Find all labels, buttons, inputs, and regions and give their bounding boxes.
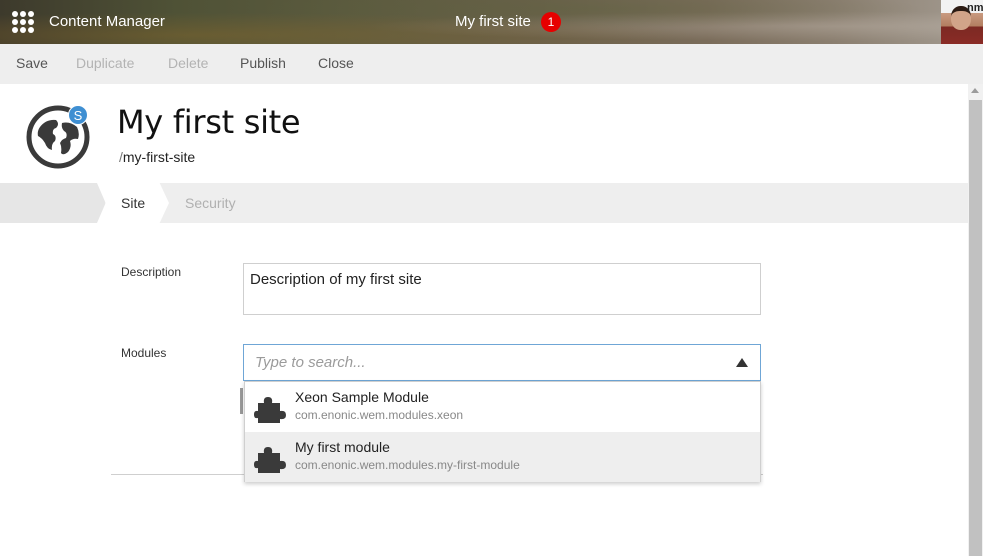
step-spacer xyxy=(0,183,105,223)
tab-security[interactable]: Security xyxy=(185,195,236,211)
app-header: Content Manager My first site 1 nml xyxy=(0,0,983,44)
avatar-lettering: nml xyxy=(967,2,983,14)
delete-button[interactable]: Delete xyxy=(168,55,208,71)
open-tabs-count-badge[interactable]: 1 xyxy=(541,12,561,32)
duplicate-button[interactable]: Duplicate xyxy=(76,55,134,71)
action-toolbar: Save Duplicate Delete Publish Close xyxy=(0,44,983,84)
module-option-path: com.enonic.wem.modules.xeon xyxy=(295,408,464,422)
open-tab-title[interactable]: My first site xyxy=(455,13,531,30)
module-option[interactable]: Xeon Sample Module com.enonic.wem.module… xyxy=(245,382,760,432)
module-option-name: Xeon Sample Module xyxy=(295,389,429,405)
description-field[interactable]: Description of my first site xyxy=(243,263,761,315)
modules-combobox[interactable] xyxy=(243,344,761,381)
close-button[interactable]: Close xyxy=(318,55,354,71)
tab-site[interactable]: Site xyxy=(121,195,145,211)
module-option-path: com.enonic.wem.modules.my-first-module xyxy=(295,458,520,472)
puzzle-piece-icon xyxy=(254,397,286,423)
save-button[interactable]: Save xyxy=(16,55,48,71)
modules-dropdown-list: Xeon Sample Module com.enonic.wem.module… xyxy=(244,381,761,482)
vertical-scrollbar[interactable] xyxy=(968,84,983,556)
partially-hidden-button-edge xyxy=(240,388,243,414)
site-type-badge: S xyxy=(68,105,88,125)
page-title[interactable]: My first site xyxy=(117,103,301,141)
scroll-up-icon[interactable] xyxy=(971,88,979,93)
modules-search-input[interactable] xyxy=(244,345,724,380)
app-launcher-icon[interactable] xyxy=(12,11,34,33)
modules-label: Modules xyxy=(121,346,167,360)
wizard-steps: Site Security xyxy=(0,183,968,223)
module-option[interactable]: My first module com.enonic.wem.modules.m… xyxy=(245,432,760,482)
content-path[interactable]: /my-first-site xyxy=(119,149,195,165)
description-label: Description xyxy=(121,265,182,279)
app-title: Content Manager xyxy=(49,13,165,30)
user-avatar[interactable]: nml xyxy=(941,0,983,44)
dropdown-arrow-icon[interactable] xyxy=(736,358,748,367)
scrollbar-thumb[interactable] xyxy=(969,100,982,556)
puzzle-piece-icon xyxy=(254,447,286,473)
publish-button[interactable]: Publish xyxy=(240,55,286,71)
path-name[interactable]: my-first-site xyxy=(123,149,195,165)
module-option-name: My first module xyxy=(295,439,390,455)
